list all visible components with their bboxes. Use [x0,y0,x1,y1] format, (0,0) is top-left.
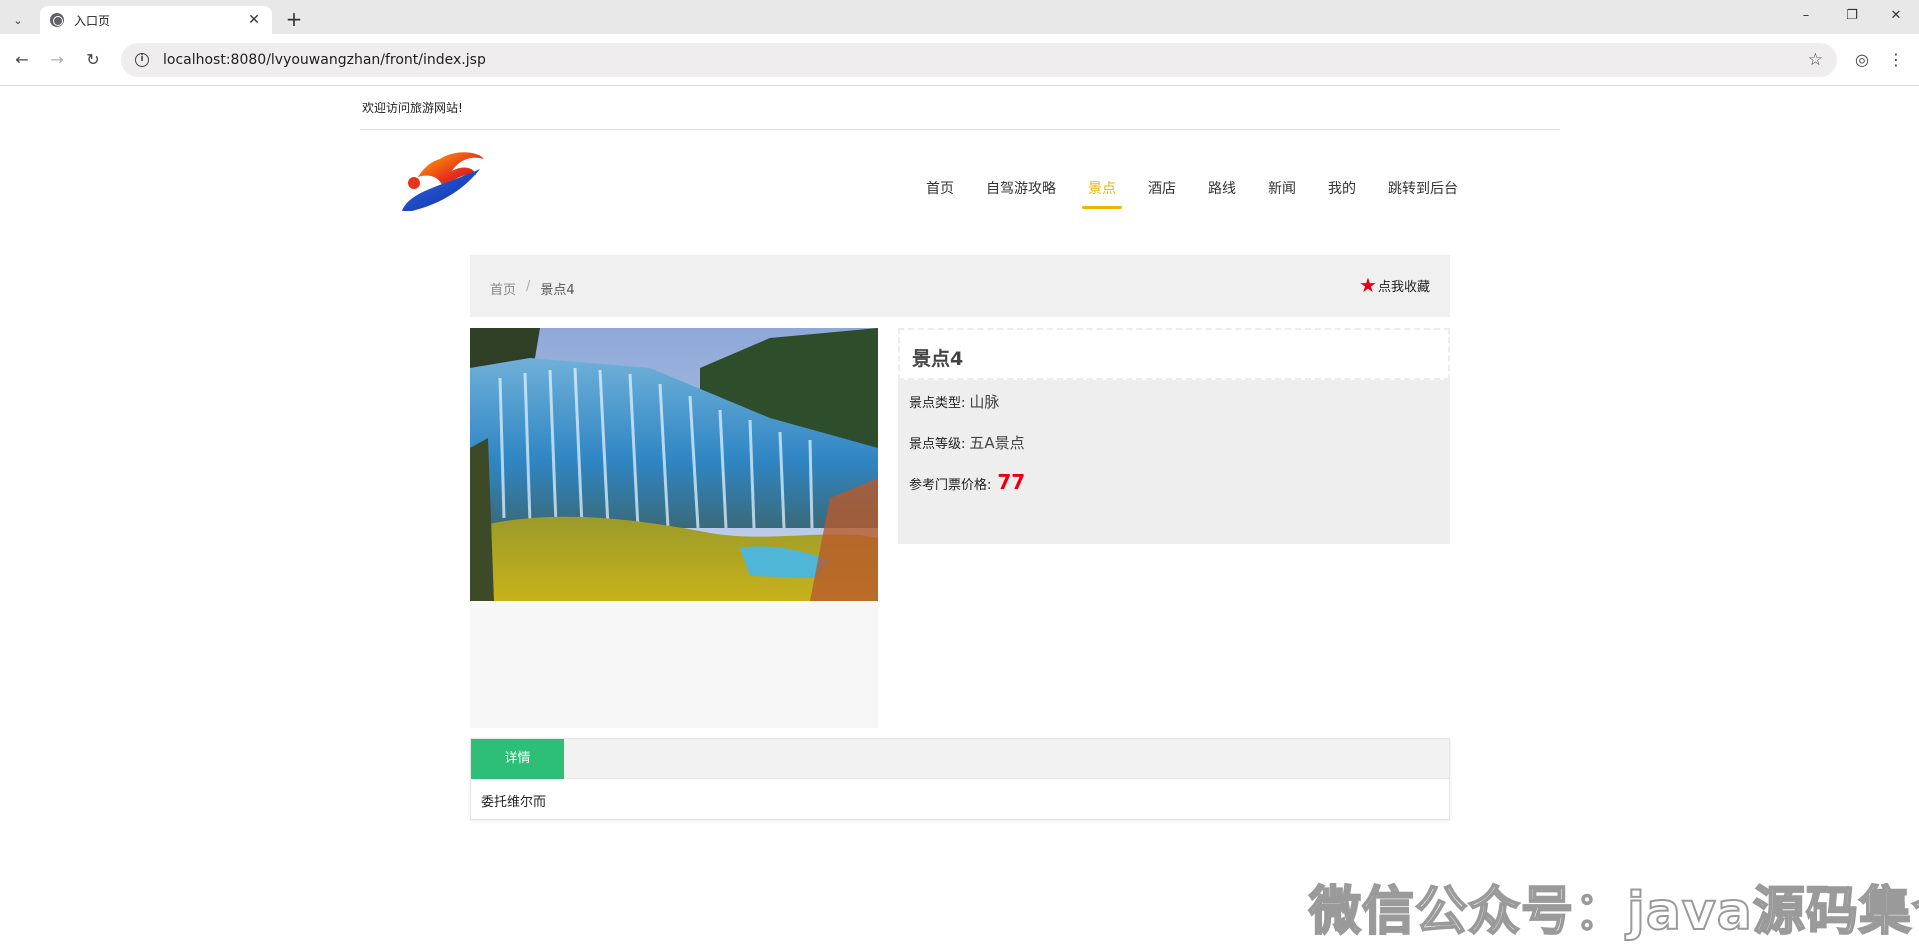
nav-news[interactable]: 新闻 [1252,179,1312,209]
tab-detail[interactable]: 详情 [471,739,564,779]
profile-icon[interactable]: ◎ [1851,50,1873,70]
detail-tab-bar: 详情 [471,739,1449,779]
favorite-button[interactable]: ★ 点我收藏 [1359,275,1430,295]
favorite-label: 点我收藏 [1377,279,1430,295]
browser-toolbar: ← → ↻ i localhost:8080/lvyouwangzhan/fro… [0,34,1919,86]
attraction-photo [470,328,878,601]
nav-attractions[interactable]: 景点 [1072,179,1132,209]
type-value: 山脉 [969,393,1000,411]
attraction-price-row: 参考门票价格: 77 [909,470,1025,494]
breadcrumb-current: 景点4 [540,283,575,298]
star-icon: ★ [1359,273,1377,297]
address-bar[interactable]: i localhost:8080/lvyouwangzhan/front/ind… [121,43,1837,77]
breadcrumb-home-link[interactable]: 首页 [490,279,516,298]
reload-icon[interactable]: ↻ [81,50,105,70]
nav-home[interactable]: 首页 [910,179,970,209]
tab-close-icon[interactable]: ✕ [246,12,262,28]
watermark-text: 微信公众号：java源码集合 [1308,881,1919,943]
browser-tab[interactable]: 入口页 ✕ [40,6,272,34]
breadcrumb-bar: 首页 / 景点4 ★ 点我收藏 [470,255,1450,317]
close-window-button[interactable]: ✕ [1876,6,1916,26]
level-value: 五A景点 [969,434,1025,452]
nav-hotels[interactable]: 酒店 [1132,179,1192,209]
tab-search-dropdown-icon[interactable]: ⌄ [6,8,30,32]
minimize-button[interactable]: – [1786,6,1826,26]
photo-column [470,328,878,728]
tab-title: 入口页 [74,13,111,28]
level-label: 景点等级: [909,437,966,452]
main-navigation: 首页 自驾游攻略 景点 酒店 路线 新闻 我的 跳转到后台 [910,179,1474,209]
back-arrow-icon[interactable]: ← [10,50,34,70]
site-info-icon[interactable]: i [135,53,149,67]
price-label: 参考门票价格: [909,478,992,493]
detail-content: 委托维尔而 [481,795,547,810]
nav-admin[interactable]: 跳转到后台 [1372,179,1474,209]
nav-mine[interactable]: 我的 [1312,179,1372,209]
attraction-title: 景点4 [898,328,1450,380]
site-logo[interactable] [400,147,492,219]
type-label: 景点类型: [909,396,966,411]
forward-arrow-icon[interactable]: → [45,50,69,70]
nav-routes[interactable]: 路线 [1192,179,1252,209]
welcome-text: 欢迎访问旅游网站! [362,101,463,115]
attraction-type-row: 景点类型: 山脉 [909,391,999,412]
restore-button[interactable]: ❐ [1832,6,1872,26]
attraction-info-panel: 景点4 景点类型: 山脉 景点等级: 五A景点 参考门票价格: 77 [898,328,1450,544]
breadcrumb: 首页 / 景点4 [490,279,575,298]
detail-panel: 详情 委托维尔而 [470,738,1450,820]
nav-self-drive-guides[interactable]: 自驾游攻略 [970,179,1072,209]
new-tab-button[interactable]: + [283,7,305,31]
page-content: 欢迎访问旅游网站! 首页 自驾游攻略 景点 酒店 路线 新闻 我的 跳转到后台 [0,87,1919,943]
header-divider [360,129,1560,130]
bookmark-star-icon[interactable]: ☆ [1808,50,1823,70]
globe-icon [50,13,64,27]
url-text[interactable]: localhost:8080/lvyouwangzhan/front/index… [163,52,1808,68]
menu-kebab-icon[interactable]: ⋮ [1885,50,1907,70]
browser-tab-bar: ⌄ 入口页 ✕ + – ❐ ✕ [0,0,1919,34]
breadcrumb-separator: / [526,279,531,294]
price-value: 77 [997,470,1026,494]
attraction-level-row: 景点等级: 五A景点 [909,432,1025,453]
